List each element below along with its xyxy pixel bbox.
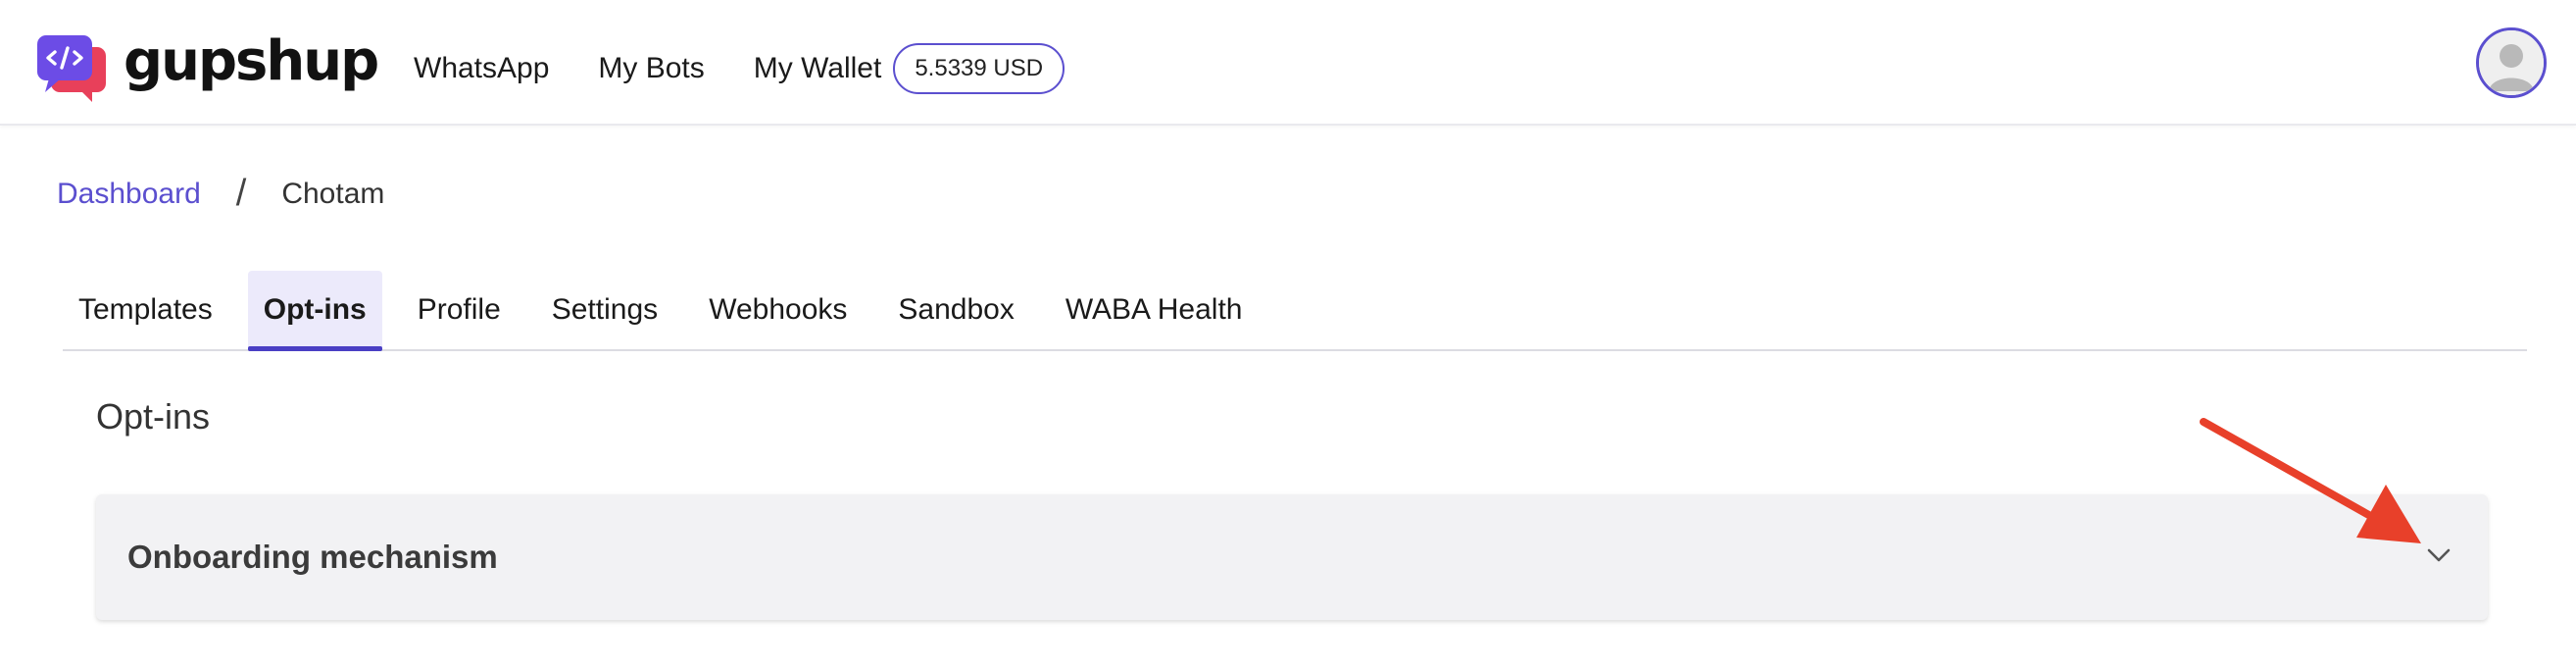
user-avatar-icon [2479,30,2544,95]
breadcrumb-separator: / [235,173,247,214]
wallet-label[interactable]: My Wallet [754,52,882,85]
user-avatar-button[interactable] [2476,27,2547,98]
brand-logo[interactable]: gupshup [35,29,379,104]
main-nav: WhatsApp My Bots My Wallet 5.5339 USD [414,43,1065,94]
onboarding-mechanism-accordion[interactable]: Onboarding mechanism [96,494,2488,620]
top-header: gupshup WhatsApp My Bots My Wallet 5.533… [0,0,2576,126]
breadcrumb-dashboard-link[interactable]: Dashboard [57,178,201,211]
tab-templates[interactable]: Templates [63,271,228,349]
accordion-title: Onboarding mechanism [127,539,498,575]
breadcrumb-current: Chotam [281,177,385,210]
tab-waba-health[interactable]: WABA Health [1050,271,1259,349]
nav-item-wallet[interactable]: My Wallet 5.5339 USD [754,43,1065,94]
wallet-balance-badge: 5.5339 USD [893,43,1065,94]
chat-code-logo-icon [37,35,106,102]
nav-item-whatsapp[interactable]: WhatsApp [414,52,549,85]
nav-item-my-bots[interactable]: My Bots [598,52,704,85]
breadcrumb: Dashboard / Chotam [57,173,384,215]
brand-name: gupshup [124,29,379,93]
page-title: Opt-ins [96,396,211,437]
tab-bar: Templates Opt-ins Profile Settings Webho… [63,271,2527,351]
tab-sandbox[interactable]: Sandbox [882,271,1029,349]
tab-webhooks[interactable]: Webhooks [693,271,863,349]
chevron-down-icon[interactable] [2423,540,2454,571]
tab-settings[interactable]: Settings [536,271,673,349]
tab-opt-ins[interactable]: Opt-ins [247,271,382,351]
tab-profile[interactable]: Profile [402,271,517,349]
